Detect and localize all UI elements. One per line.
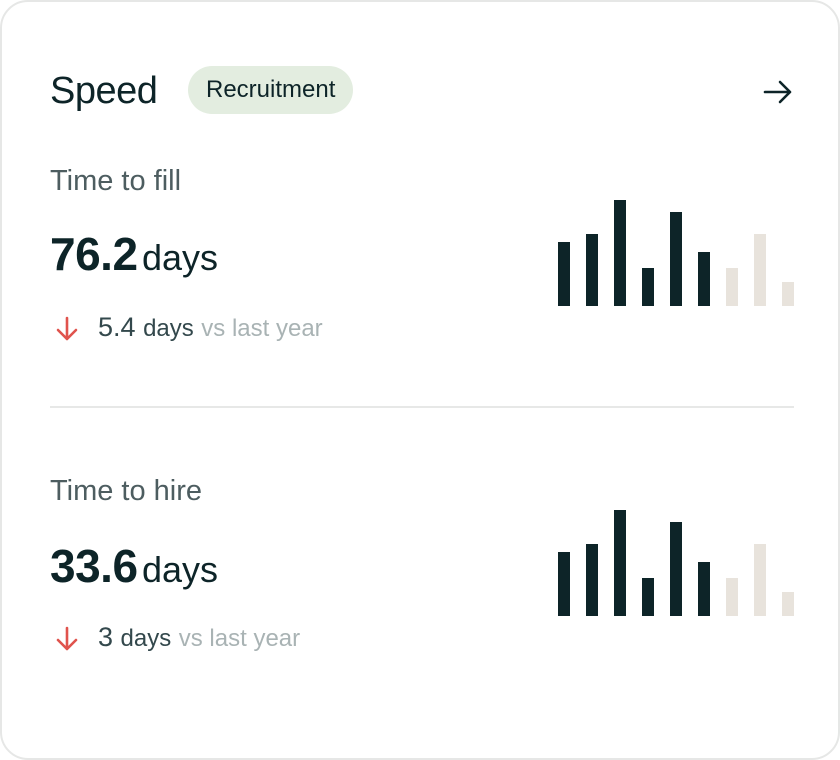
time-to-fill-label: Time to fill [50,165,182,197]
chart-bar [698,562,710,616]
chart-bar [642,268,654,306]
chart-bar [782,592,794,616]
delta-number: 3 days vs last year [98,620,300,656]
divider [50,406,794,408]
delta-suffix: vs last year [201,315,323,342]
time-to-hire-chart [558,510,798,616]
time-to-hire-number: 33.6 [50,540,138,592]
chart-bar [642,578,654,616]
chart-bar [726,268,738,306]
chart-bar [558,242,570,306]
delta-unit: days [120,625,172,652]
time-to-fill-value: 76.2 days [50,228,218,292]
arrow-down-icon [56,316,78,341]
arrow-right-icon[interactable] [760,74,796,110]
chart-bar [726,578,738,616]
chart-bar [754,234,766,306]
time-to-hire-delta: 3 days vs last year [50,620,370,654]
chart-bar [586,234,598,306]
delta-value: 3 [98,622,114,652]
delta-suffix: vs last year [178,625,301,652]
recruitment-badge: Recruitment [188,66,354,114]
chart-bar [614,200,626,306]
chart-bar [586,544,598,616]
delta-unit: days [143,315,194,342]
chart-bar [754,544,766,616]
time-to-fill-number: 76.2 [50,228,138,280]
time-to-fill-chart [558,200,798,306]
chart-bar [782,282,794,306]
delta-number: 5.4 days vs last year [98,310,323,346]
speed-card: Speed Recruitment Time to fill 76.2 days… [0,0,840,760]
time-to-hire-unit: days [141,549,219,590]
time-to-hire-label: Time to hire [50,475,203,507]
time-to-hire-value: 33.6 days [50,540,218,604]
time-to-fill-unit: days [141,237,219,278]
delta-value: 5.4 [98,312,136,342]
arrow-down-icon [56,626,78,651]
chart-bar [670,522,682,616]
card-title: Speed [50,70,158,112]
time-to-fill-delta: 5.4 days vs last year [50,310,370,344]
chart-bar [614,510,626,616]
chart-bar [698,252,710,306]
chart-bar [670,212,682,306]
chart-bar [558,552,570,616]
